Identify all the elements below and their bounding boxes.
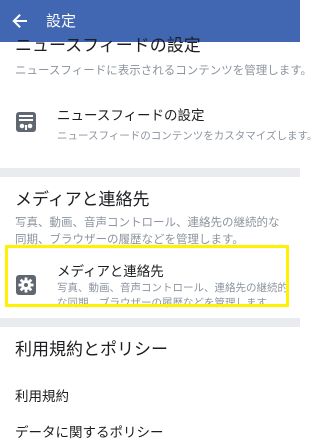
news-feed-settings-icon (16, 112, 36, 132)
data-policy-item[interactable]: データに関するポリシー (15, 424, 164, 443)
terms-section-title: 利用規約とポリシー (15, 340, 168, 360)
back-arrow-icon[interactable] (10, 11, 30, 31)
news-feed-settings-subtitle: ニュースフィードのコンテンツをカスタマイズします。 (57, 130, 318, 142)
news-feed-section-description: ニュースフィードに表示されるコンテンツを管理します。 (15, 63, 313, 77)
media-section-title: メディアと連絡先 (15, 190, 150, 210)
media-contacts-title: メディアと連絡先 (57, 264, 164, 280)
media-contacts-item[interactable]: メディアと連絡先 写真、動画、音声コントロール、連絡先の継続的な同期、ブラウザー… (8, 255, 292, 311)
media-contacts-subtitle: 写真、動画、音声コントロール、連絡先の継続的な同期、ブラウザーの履歴などを管理し… (57, 282, 288, 309)
terms-of-service-item[interactable]: 利用規約 (15, 388, 69, 407)
gear-icon (16, 275, 36, 295)
news-feed-settings-title: ニュースフィードの設定 (57, 108, 205, 124)
media-section-description: 写真、動画、音声コントロール、連絡先の継続的な同期、ブラウザーの履歴などを管理し… (15, 215, 280, 246)
section-divider (0, 318, 300, 327)
news-feed-settings-item[interactable]: ニュースフィードの設定 ニュースフィードのコンテンツをカスタマイズします。 (8, 102, 318, 154)
section-divider (0, 168, 300, 177)
page-title: 設定 (46, 12, 77, 30)
news-feed-section-title: ニュースフィードの設定 (15, 36, 201, 56)
